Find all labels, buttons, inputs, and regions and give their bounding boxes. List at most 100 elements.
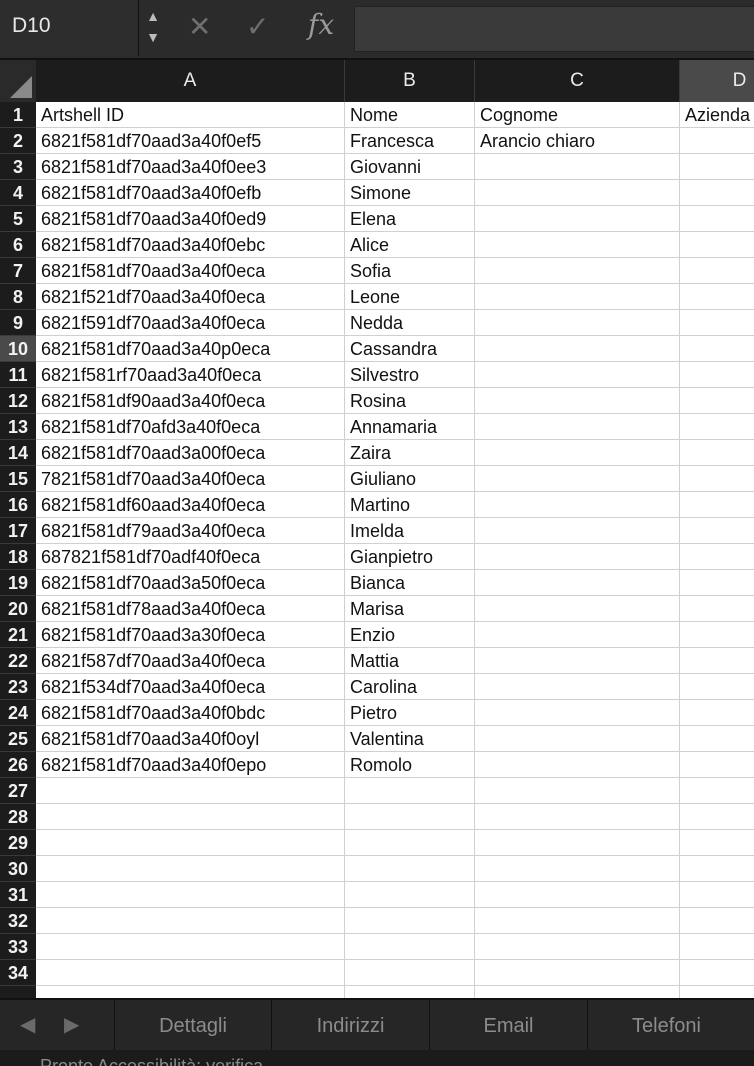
cell-d8[interactable] [680, 284, 754, 310]
cell-b26[interactable]: Romolo [345, 752, 475, 778]
cell-c27[interactable] [475, 778, 680, 804]
row-header-29[interactable]: 29 [0, 830, 36, 856]
close-icon[interactable]: ✕ [188, 10, 211, 43]
cell-d5[interactable] [680, 206, 754, 232]
row-header-13[interactable]: 13 [0, 414, 36, 440]
cell-c8[interactable] [475, 284, 680, 310]
cell-d13[interactable] [680, 414, 754, 440]
row-header-32[interactable]: 32 [0, 908, 36, 934]
cell-b6[interactable]: Alice [345, 232, 475, 258]
cell-d21[interactable] [680, 622, 754, 648]
cell-a25[interactable]: 6821f581df70aad3a40f0oyl [36, 726, 345, 752]
cell-b17[interactable]: Imelda [345, 518, 475, 544]
column-header-a[interactable]: A [36, 60, 345, 102]
cell-c30[interactable] [475, 856, 680, 882]
cell-c16[interactable] [475, 492, 680, 518]
cell-b19[interactable]: Bianca [345, 570, 475, 596]
cell-d20[interactable] [680, 596, 754, 622]
cell-a17[interactable]: 6821f581df79aad3a40f0eca [36, 518, 345, 544]
name-box-dropdown[interactable]: ▲ ▼ [142, 6, 164, 48]
cell-d24[interactable] [680, 700, 754, 726]
cell-c24[interactable] [475, 700, 680, 726]
cell-c26[interactable] [475, 752, 680, 778]
cell-b9[interactable]: Nedda [345, 310, 475, 336]
cell-c5[interactable] [475, 206, 680, 232]
cell-a16[interactable]: 6821f581df60aad3a40f0eca [36, 492, 345, 518]
cell-b8[interactable]: Leone [345, 284, 475, 310]
cell-d17[interactable] [680, 518, 754, 544]
row-header-3[interactable]: 3 [0, 154, 36, 180]
cell-c18[interactable] [475, 544, 680, 570]
cell-a32[interactable] [36, 908, 345, 934]
cell-c28[interactable] [475, 804, 680, 830]
cell-c33[interactable] [475, 934, 680, 960]
cell-d29[interactable] [680, 830, 754, 856]
cell-b1[interactable]: Nome [345, 102, 475, 128]
cell-a11[interactable]: 6821f581rf70aad3a40f0eca [36, 362, 345, 388]
cell-b34[interactable] [345, 960, 475, 986]
cell-a29[interactable] [36, 830, 345, 856]
cell-b5[interactable]: Elena [345, 206, 475, 232]
cell-a21[interactable]: 6821f581df70aad3a30f0eca [36, 622, 345, 648]
row-header-15[interactable]: 15 [0, 466, 36, 492]
cell-a14[interactable]: 6821f581df70aad3a00f0eca [36, 440, 345, 466]
cell-b25[interactable]: Valentina [345, 726, 475, 752]
cell-a15[interactable]: 7821f581df70aad3a40f0eca [36, 466, 345, 492]
row-header-26[interactable]: 26 [0, 752, 36, 778]
cell-c21[interactable] [475, 622, 680, 648]
column-header-d[interactable]: D [680, 60, 754, 102]
cell-b24[interactable]: Pietro [345, 700, 475, 726]
cell-d16[interactable] [680, 492, 754, 518]
column-header-c[interactable]: C [475, 60, 680, 102]
row-header-9[interactable]: 9 [0, 310, 36, 336]
cell-b30[interactable] [345, 856, 475, 882]
cell-d18[interactable] [680, 544, 754, 570]
row-header-17[interactable]: 17 [0, 518, 36, 544]
tab-email[interactable]: Email [429, 1000, 587, 1052]
chevron-down-icon[interactable]: ▼ [142, 27, 164, 48]
cell-c22[interactable] [475, 648, 680, 674]
cell-a2[interactable]: 6821f581df70aad3a40f0ef5 [36, 128, 345, 154]
cell-a12[interactable]: 6821f581df90aad3a40f0eca [36, 388, 345, 414]
row-header-28[interactable]: 28 [0, 804, 36, 830]
cell-a23[interactable]: 6821f534df70aad3a40f0eca [36, 674, 345, 700]
cell-b4[interactable]: Simone [345, 180, 475, 206]
cell-a18[interactable]: 687821f581df70adf40f0eca [36, 544, 345, 570]
cell-a20[interactable]: 6821f581df78aad3a40f0eca [36, 596, 345, 622]
cell-d27[interactable] [680, 778, 754, 804]
tab-indirizzi[interactable]: Indirizzi [271, 1000, 429, 1052]
cell-a1[interactable]: Artshell ID [36, 102, 345, 128]
cell-b2[interactable]: Francesca [345, 128, 475, 154]
cell-d14[interactable] [680, 440, 754, 466]
formula-input[interactable] [354, 6, 754, 52]
cell-b29[interactable] [345, 830, 475, 856]
row-header-6[interactable]: 6 [0, 232, 36, 258]
cell-c32[interactable] [475, 908, 680, 934]
cell-c1[interactable]: Cognome [475, 102, 680, 128]
cell-b3[interactable]: Giovanni [345, 154, 475, 180]
row-header-5[interactable]: 5 [0, 206, 36, 232]
cell-b23[interactable]: Carolina [345, 674, 475, 700]
cell-b13[interactable]: Annamaria [345, 414, 475, 440]
cell-d32[interactable] [680, 908, 754, 934]
cell-d19[interactable] [680, 570, 754, 596]
cell-a7[interactable]: 6821f581df70aad3a40f0eca [36, 258, 345, 284]
cell-d4[interactable] [680, 180, 754, 206]
chevron-up-icon[interactable]: ▲ [142, 6, 164, 27]
column-header-b[interactable]: B [345, 60, 475, 102]
cell-d23[interactable] [680, 674, 754, 700]
cell-a10[interactable]: 6821f581df70aad3a40p0eca [36, 336, 345, 362]
cell-a8[interactable]: 6821f521df70aad3a40f0eca [36, 284, 345, 310]
row-header-7[interactable]: 7 [0, 258, 36, 284]
row-header-14[interactable]: 14 [0, 440, 36, 466]
cell-a34[interactable] [36, 960, 345, 986]
cell-a22[interactable]: 6821f587df70aad3a40f0eca [36, 648, 345, 674]
cell-d12[interactable] [680, 388, 754, 414]
cell-c6[interactable] [475, 232, 680, 258]
cell-c13[interactable] [475, 414, 680, 440]
cell-d15[interactable] [680, 466, 754, 492]
row-header-1[interactable]: 1 [0, 102, 36, 128]
cell-b21[interactable]: Enzio [345, 622, 475, 648]
cell-a27[interactable] [36, 778, 345, 804]
row-header-27[interactable]: 27 [0, 778, 36, 804]
